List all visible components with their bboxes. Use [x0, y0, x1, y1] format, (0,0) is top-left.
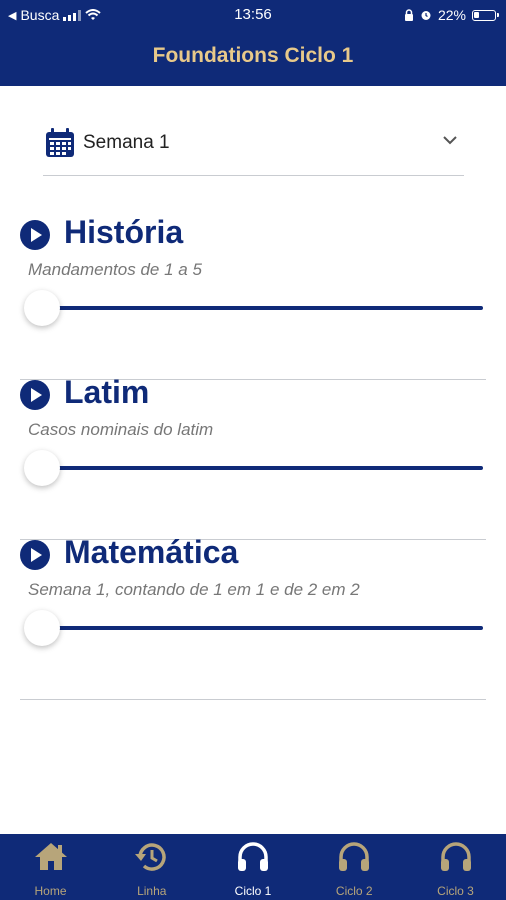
- home-icon: [34, 843, 67, 870]
- section-title: Latim: [64, 374, 150, 410]
- play-icon[interactable]: [20, 380, 50, 410]
- section-subtitle: Casos nominais do latim: [28, 420, 214, 439]
- play-icon[interactable]: [20, 220, 50, 250]
- tab-ciclo-3[interactable]: Ciclo 3: [405, 834, 506, 900]
- tab-label: Ciclo 3: [437, 884, 474, 898]
- tab-label: Linha: [137, 884, 167, 898]
- status-bar: ◀ Busca 13:56 22%: [0, 0, 506, 30]
- tab-home[interactable]: Home: [0, 834, 101, 900]
- tab-bar: Home Linha Ciclo 1 Ciclo 2 Ciclo 3: [0, 834, 506, 900]
- section-matematica: Matemática Semana 1, contando de 1 em 1 …: [20, 534, 486, 700]
- section-subtitle: Mandamentos de 1 a 5: [28, 260, 202, 279]
- status-right: 22%: [404, 7, 499, 23]
- progress-track[interactable]: [44, 306, 483, 310]
- headphones-icon: [440, 842, 471, 871]
- chevron-down-icon[interactable]: [442, 134, 458, 146]
- slider-thumb[interactable]: [24, 450, 60, 486]
- week-label: Semana 1: [83, 132, 170, 153]
- section-title: História: [64, 214, 184, 250]
- slider-thumb[interactable]: [24, 290, 60, 326]
- page-title: Foundations Ciclo 1: [152, 44, 354, 67]
- tab-label: Ciclo 2: [335, 884, 373, 898]
- headphones-icon: [238, 842, 268, 871]
- headphones-icon: [339, 842, 370, 871]
- lock-rotation-icon: [404, 9, 413, 21]
- slider-thumb[interactable]: [24, 610, 60, 646]
- section-latim: Latim Casos nominais do latim: [20, 374, 486, 540]
- tab-ciclo-2[interactable]: Ciclo 2: [304, 834, 405, 900]
- battery-percent: 22%: [437, 7, 466, 23]
- tab-ciclo-1[interactable]: Ciclo 1: [203, 834, 304, 900]
- calendar-icon: [46, 128, 74, 157]
- section-historia: História Mandamentos de 1 a 5: [20, 214, 486, 380]
- section-subtitle: Semana 1, contando de 1 em 1 e de 2 em 2: [28, 580, 360, 599]
- progress-track[interactable]: [44, 466, 483, 470]
- tab-label: Ciclo 1: [234, 884, 272, 898]
- progress-track[interactable]: [44, 626, 483, 630]
- history-icon: [134, 843, 166, 871]
- section-title: Matemática: [64, 534, 239, 570]
- week-dropdown[interactable]: Semana 1: [43, 122, 464, 176]
- app-header: ◀ Busca 13:56 22% Foundations Ciclo 1: [0, 0, 506, 86]
- battery-icon: [472, 9, 499, 21]
- alarm-icon: [421, 11, 431, 20]
- tab-label: Home: [34, 884, 67, 898]
- play-icon[interactable]: [20, 540, 50, 570]
- tab-linha[interactable]: Linha: [101, 834, 202, 900]
